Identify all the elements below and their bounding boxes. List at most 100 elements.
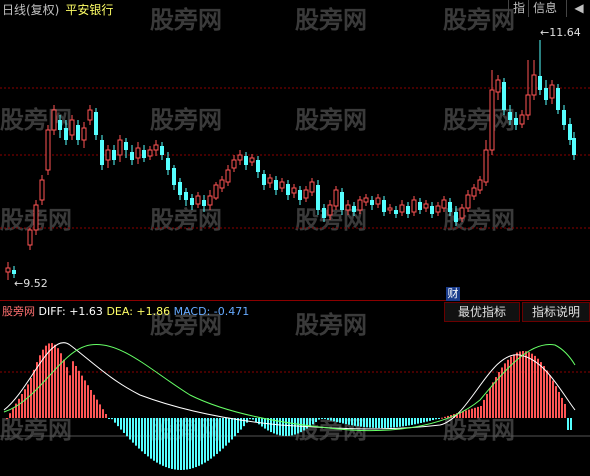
- macd-bar: [522, 351, 524, 418]
- macd-bar: [474, 407, 476, 418]
- macd-bar: [417, 418, 419, 424]
- indicator-help-button[interactable]: 指标说明: [522, 302, 590, 322]
- macd-bar: [537, 358, 539, 418]
- candle-body: [81, 127, 87, 141]
- dea-value: DEA: +1.86: [106, 305, 171, 318]
- macd-bar: [432, 418, 434, 421]
- macd-bar: [471, 408, 473, 418]
- macd-bar: [291, 418, 293, 436]
- macd-bar: [63, 359, 65, 418]
- macd-bar: [405, 418, 407, 426]
- macd-bar: [480, 406, 482, 418]
- macd-bar: [444, 416, 446, 418]
- macd-bar: [570, 418, 572, 430]
- macd-bar: [420, 418, 422, 423]
- macd-bar: [468, 409, 470, 418]
- stock-name: 平安银行: [65, 3, 114, 17]
- macd-bar: [552, 380, 554, 418]
- candle-body: [225, 169, 231, 183]
- candle-body: [274, 180, 278, 190]
- macd-bar: [462, 411, 464, 418]
- best-indicator-button[interactable]: 最优指标: [444, 302, 520, 322]
- macd-bar: [48, 343, 50, 418]
- panel-divider: [0, 300, 590, 301]
- macd-bar: [51, 343, 53, 418]
- candle-body: [39, 179, 45, 201]
- candle-body: [207, 195, 213, 206]
- candle-body: [441, 199, 447, 209]
- candle-body: [12, 270, 16, 274]
- macd-bar: [252, 418, 254, 420]
- macd-bar: [6, 418, 8, 419]
- macd-bar: [225, 418, 227, 446]
- macd-bar: [426, 418, 428, 422]
- macd-bar: [72, 361, 74, 418]
- macd-bar: [411, 418, 413, 425]
- macd-bar: [561, 397, 563, 418]
- candle-body: [316, 185, 320, 210]
- macd-bar: [12, 408, 14, 418]
- candle-body: [45, 129, 51, 171]
- macd-bar: [345, 418, 347, 425]
- macd-bar: [231, 418, 233, 440]
- macd-bar: [87, 385, 89, 418]
- candle-body: [418, 202, 422, 210]
- macd-bar: [207, 418, 209, 461]
- macd-bar: [390, 418, 392, 428]
- candle-body: [130, 152, 134, 160]
- macd-bar: [486, 393, 488, 418]
- candle-body: [94, 112, 98, 135]
- macd-bar: [258, 418, 260, 425]
- macd-bar: [483, 399, 485, 418]
- macd-bar: [315, 418, 317, 423]
- candle-body: [27, 229, 33, 246]
- macd-bar: [78, 370, 80, 418]
- candle-body: [514, 118, 518, 125]
- macd-bar: [84, 380, 86, 418]
- period-label[interactable]: 日线(复权): [2, 3, 59, 17]
- macd-bar: [408, 418, 410, 426]
- finance-badge[interactable]: 财: [446, 287, 460, 301]
- macd-bar: [186, 418, 188, 470]
- macd-bar: [393, 418, 395, 428]
- macd-bar: [141, 418, 143, 452]
- info-button[interactable]: 信息: [528, 0, 561, 17]
- collapse-icon[interactable]: ◀: [566, 0, 590, 17]
- candle-body: [195, 195, 201, 205]
- macd-bar: [33, 369, 35, 418]
- macd-bar: [429, 418, 431, 421]
- macd-bar: [117, 418, 119, 427]
- macd-bar: [54, 344, 56, 418]
- candle-body: [435, 205, 441, 213]
- macd-legend: 股旁网 DIFF: +1.63 DEA: +1.86 MACD: -0.471: [2, 303, 249, 319]
- kline-chart[interactable]: [0, 0, 590, 476]
- candle-body: [303, 189, 309, 199]
- candle-body: [309, 181, 315, 193]
- macd-bar: [357, 418, 359, 427]
- macd-bar: [126, 418, 128, 437]
- macd-bar: [360, 418, 362, 427]
- macd-bar: [138, 418, 140, 449]
- macd-bar: [234, 418, 236, 437]
- macd-bar: [216, 418, 218, 454]
- macd-bar: [477, 406, 479, 418]
- macd-bar: [30, 378, 32, 418]
- candle-body: [544, 88, 548, 100]
- macd-bar: [402, 418, 404, 427]
- candle-body: [352, 206, 356, 212]
- candle-body: [489, 89, 495, 151]
- macd-bar: [261, 418, 263, 427]
- macd-bar: [174, 418, 176, 470]
- candle-body: [172, 168, 176, 185]
- macd-bar: [228, 418, 230, 443]
- candle-body: [430, 206, 434, 214]
- candle-body: [495, 79, 501, 93]
- macd-bar: [441, 417, 443, 419]
- candle-body: [237, 154, 243, 161]
- indicator-button[interactable]: 指: [508, 0, 529, 17]
- candle-body: [153, 144, 159, 151]
- macd-bar: [57, 348, 59, 418]
- candle-body: [256, 160, 260, 172]
- macd-bar: [492, 382, 494, 418]
- macd-bar: [366, 418, 368, 428]
